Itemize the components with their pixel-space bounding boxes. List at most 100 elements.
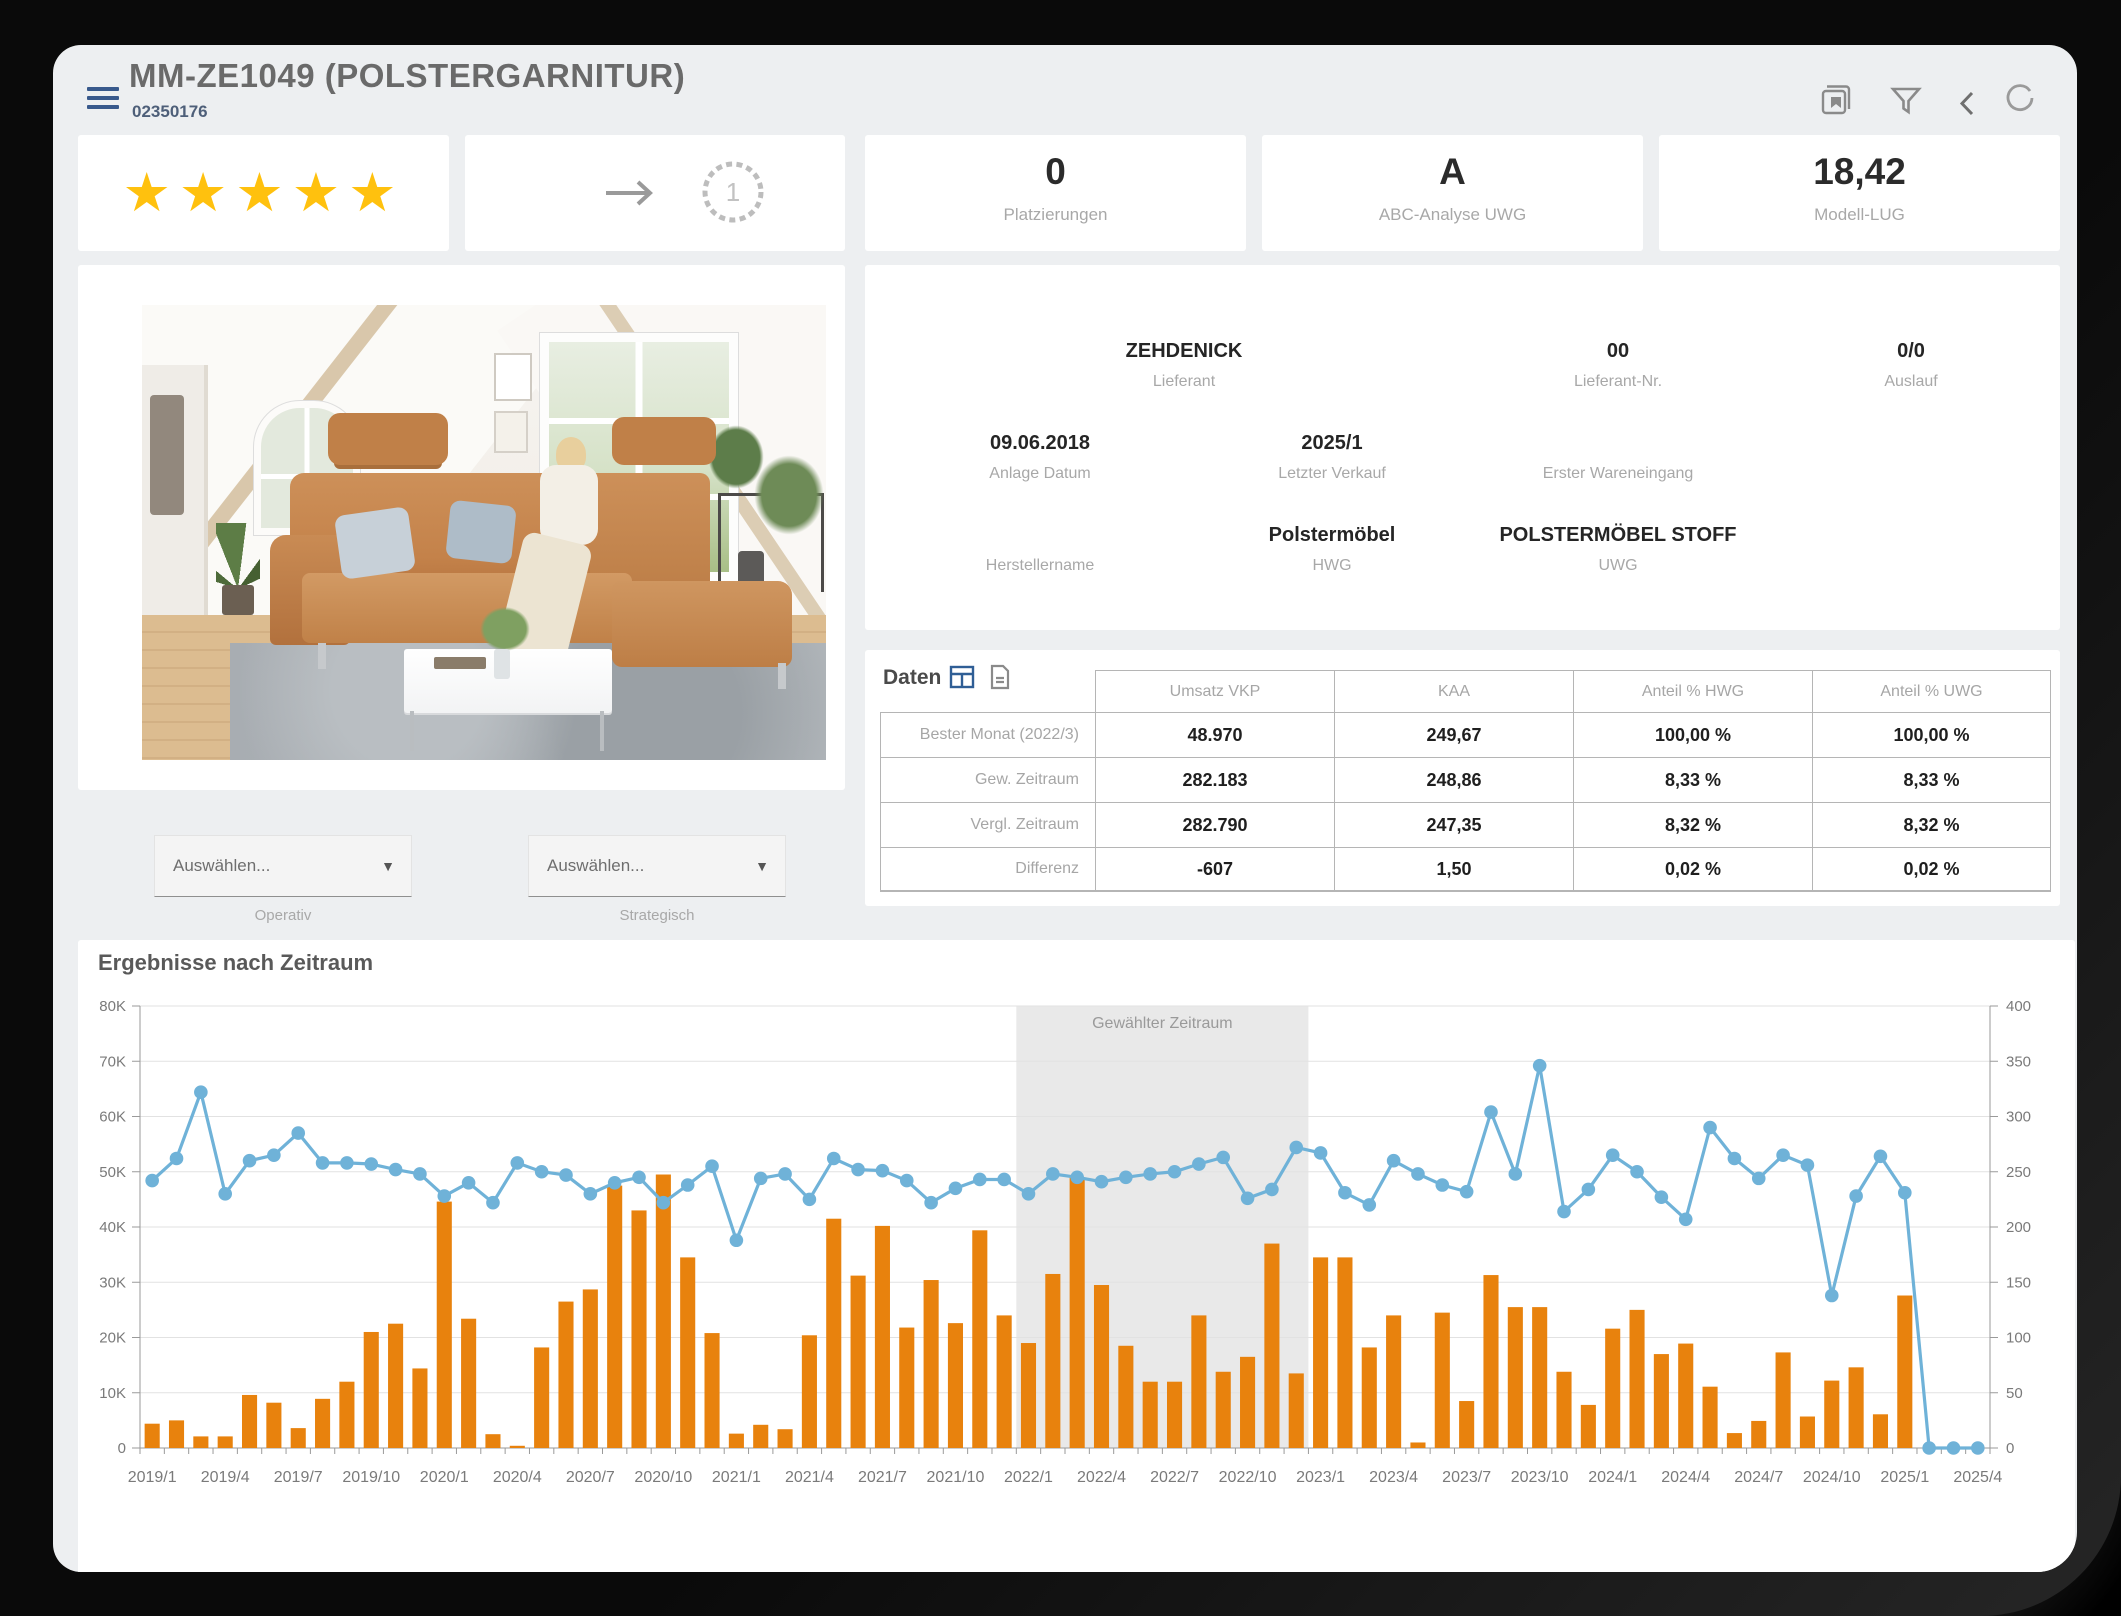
- line-point-2021/8[interactable]: [900, 1174, 914, 1188]
- line-point-2024/8[interactable]: [1776, 1148, 1790, 1162]
- line-point-2020/10[interactable]: [657, 1196, 671, 1210]
- line-point-2023/12[interactable]: [1582, 1183, 1596, 1197]
- bar-2023/9[interactable]: [1508, 1307, 1523, 1448]
- line-point-2024/12[interactable]: [1874, 1149, 1888, 1163]
- bar-2019/9[interactable]: [339, 1382, 354, 1448]
- line-point-2024/5[interactable]: [1703, 1121, 1717, 1135]
- bar-2024/6[interactable]: [1727, 1433, 1742, 1448]
- bar-2023/10[interactable]: [1532, 1307, 1547, 1448]
- bar-2019/8[interactable]: [315, 1399, 330, 1448]
- bar-2021/1[interactable]: [729, 1434, 744, 1448]
- bar-2023/12[interactable]: [1581, 1405, 1596, 1448]
- line-point-2021/3[interactable]: [778, 1167, 792, 1181]
- line-point-2019/1[interactable]: [145, 1174, 159, 1188]
- line-point-2021/9[interactable]: [924, 1196, 938, 1210]
- bar-2019/11[interactable]: [388, 1324, 403, 1448]
- line-point-2022/10[interactable]: [1241, 1191, 1255, 1205]
- back-chevron-icon[interactable]: [1951, 87, 1985, 121]
- kpi-card-modell-lug[interactable]: 18,42 Modell-LUG: [1659, 135, 2060, 251]
- line-point-2019/4[interactable]: [218, 1187, 232, 1201]
- line-point-2020/2[interactable]: [462, 1176, 476, 1190]
- bar-2023/7[interactable]: [1459, 1401, 1474, 1448]
- bar-2019/5[interactable]: [242, 1395, 257, 1448]
- line-point-2020/11[interactable]: [681, 1178, 695, 1192]
- line-point-2019/7[interactable]: [291, 1126, 305, 1140]
- bar-2024/2[interactable]: [1629, 1310, 1644, 1448]
- line-point-2022/1[interactable]: [1022, 1187, 1036, 1201]
- line-point-2020/7[interactable]: [584, 1187, 598, 1201]
- bar-2020/12[interactable]: [704, 1333, 719, 1448]
- line-point-2023/10[interactable]: [1533, 1059, 1547, 1073]
- line-point-2020/3[interactable]: [486, 1196, 500, 1210]
- bar-2023/8[interactable]: [1483, 1275, 1498, 1448]
- bar-2019/7[interactable]: [291, 1428, 306, 1448]
- line-point-2022/2[interactable]: [1046, 1167, 1060, 1181]
- line-point-2019/3[interactable]: [194, 1085, 208, 1099]
- line-point-2019/5[interactable]: [243, 1154, 257, 1168]
- bar-2021/3[interactable]: [778, 1429, 793, 1448]
- line-point-2024/11[interactable]: [1849, 1189, 1863, 1203]
- bar-2024/9[interactable]: [1800, 1417, 1815, 1448]
- line-point-2021/1[interactable]: [730, 1233, 744, 1247]
- line-point-2021/10[interactable]: [949, 1182, 963, 1196]
- bar-2022/10[interactable]: [1240, 1357, 1255, 1448]
- bar-2022/11[interactable]: [1264, 1244, 1279, 1448]
- bar-2022/9[interactable]: [1216, 1372, 1231, 1448]
- bar-2022/5[interactable]: [1118, 1346, 1133, 1448]
- line-point-2023/4[interactable]: [1387, 1154, 1401, 1168]
- bar-2020/2[interactable]: [461, 1319, 476, 1448]
- line-point-2024/4[interactable]: [1679, 1212, 1693, 1226]
- bar-2022/6[interactable]: [1143, 1382, 1158, 1448]
- bar-2024/8[interactable]: [1776, 1352, 1791, 1448]
- line-point-2024/9[interactable]: [1801, 1158, 1815, 1172]
- bar-2020/7[interactable]: [583, 1289, 598, 1448]
- line-point-2023/1[interactable]: [1314, 1146, 1328, 1160]
- bar-2020/10[interactable]: [656, 1175, 671, 1448]
- bar-2024/4[interactable]: [1678, 1344, 1693, 1448]
- bar-2023/5[interactable]: [1410, 1442, 1425, 1448]
- bar-2023/11[interactable]: [1556, 1372, 1571, 1448]
- line-point-2019/9[interactable]: [340, 1156, 354, 1170]
- bar-2024/7[interactable]: [1751, 1421, 1766, 1448]
- bar-2021/11[interactable]: [972, 1230, 987, 1448]
- line-point-2021/11[interactable]: [973, 1173, 987, 1187]
- bar-2024/1[interactable]: [1605, 1329, 1620, 1448]
- bar-2020/1[interactable]: [437, 1202, 452, 1448]
- bar-2024/12[interactable]: [1873, 1414, 1888, 1448]
- line-point-2023/11[interactable]: [1557, 1205, 1571, 1219]
- line-point-2021/4[interactable]: [803, 1193, 817, 1207]
- line-point-2023/3[interactable]: [1362, 1198, 1376, 1212]
- line-point-2023/8[interactable]: [1484, 1105, 1498, 1119]
- line-point-2023/6[interactable]: [1436, 1178, 1450, 1192]
- bar-2022/8[interactable]: [1191, 1315, 1206, 1448]
- bar-2025/1[interactable]: [1897, 1296, 1912, 1448]
- status-card[interactable]: 1: [465, 135, 845, 251]
- bar-2020/9[interactable]: [631, 1210, 646, 1448]
- line-point-2019/10[interactable]: [364, 1157, 378, 1171]
- bar-2020/8[interactable]: [607, 1186, 622, 1448]
- line-point-2019/2[interactable]: [170, 1152, 184, 1166]
- bar-2023/6[interactable]: [1435, 1313, 1450, 1448]
- dropdown-strategisch[interactable]: Auswählen... ▼: [528, 835, 786, 897]
- line-point-2021/7[interactable]: [876, 1164, 890, 1178]
- line-point-2024/3[interactable]: [1655, 1190, 1669, 1204]
- bar-2024/11[interactable]: [1849, 1367, 1864, 1448]
- line-point-2019/6[interactable]: [267, 1148, 281, 1162]
- line-point-2020/5[interactable]: [535, 1165, 549, 1179]
- line-point-2020/9[interactable]: [632, 1170, 646, 1184]
- line-point-2022/6[interactable]: [1143, 1167, 1157, 1181]
- bar-2021/4[interactable]: [802, 1335, 817, 1448]
- line-point-2021/12[interactable]: [997, 1173, 1011, 1187]
- bar-2023/1[interactable]: [1313, 1257, 1328, 1448]
- line-point-2025/3[interactable]: [1947, 1441, 1961, 1455]
- bar-2021/7[interactable]: [875, 1226, 890, 1448]
- bar-2021/2[interactable]: [753, 1425, 768, 1448]
- line-point-2019/11[interactable]: [389, 1163, 403, 1177]
- line-point-2022/3[interactable]: [1070, 1170, 1084, 1184]
- bar-2022/1[interactable]: [1021, 1343, 1036, 1448]
- line-point-2022/8[interactable]: [1192, 1157, 1206, 1171]
- line-point-2021/2[interactable]: [754, 1172, 768, 1186]
- line-point-2021/6[interactable]: [851, 1163, 865, 1177]
- line-point-2022/5[interactable]: [1119, 1170, 1133, 1184]
- bar-2020/4[interactable]: [510, 1446, 525, 1448]
